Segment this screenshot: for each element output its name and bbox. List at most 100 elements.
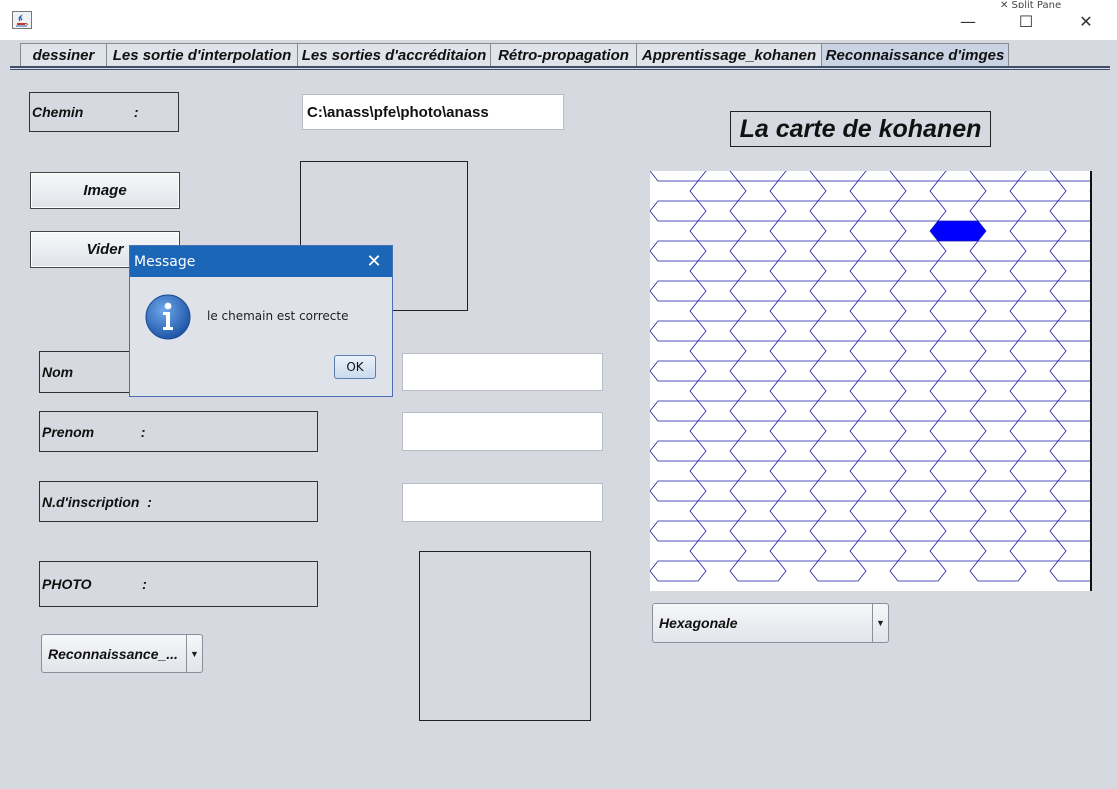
dialog-title: Message — [134, 253, 196, 270]
neuron-cell — [809, 440, 867, 462]
neuron-cell — [929, 380, 987, 402]
neuron-cell — [1049, 400, 1107, 422]
neuron-cell — [649, 400, 707, 422]
neuron-cell — [769, 380, 827, 402]
neuron-cell — [889, 400, 947, 422]
minimize-icon[interactable]: — — [945, 8, 991, 34]
neuron-cell — [809, 400, 867, 422]
chevron-down-icon[interactable]: ▼ — [186, 635, 202, 672]
neuron-cell — [729, 360, 787, 382]
neuron-cell — [1049, 440, 1107, 462]
neuron-cell — [849, 300, 907, 322]
inscription-input[interactable] — [402, 483, 603, 522]
neuron-cell — [1049, 240, 1107, 262]
neuron-cell — [649, 320, 707, 342]
neuron-cell — [969, 160, 1027, 182]
neuron-cell — [649, 360, 707, 382]
background-window-peek: ✕ Split Pane — [1000, 0, 1062, 8]
neuron-cell — [929, 540, 987, 562]
neuron-cell — [689, 220, 747, 242]
neuron-cell — [649, 200, 707, 222]
dialog-title-bar: Message — [130, 246, 392, 277]
neuron-cell — [809, 520, 867, 542]
image-button[interactable]: Image — [30, 172, 180, 209]
neuron-cell — [769, 460, 827, 482]
close-icon[interactable]: ✕ — [362, 250, 386, 272]
neuron-cell — [889, 480, 947, 502]
neuron-cell — [689, 460, 747, 482]
mode-select-value: Reconnaissance_... — [48, 645, 178, 662]
tab-retro-propagation[interactable]: Rétro-propagation — [490, 43, 637, 67]
neuron-cell — [729, 280, 787, 302]
neuron-cell — [929, 500, 987, 522]
neuron-cell — [969, 360, 1027, 382]
neuron-cell — [849, 500, 907, 522]
neuron-cell — [849, 220, 907, 242]
neuron-cell — [649, 520, 707, 542]
neuron-cell — [849, 260, 907, 282]
neuron-cell — [809, 280, 867, 302]
tab-apprentissage-kohanen[interactable]: Apprentissage_kohanen — [636, 43, 822, 67]
info-icon — [144, 293, 192, 341]
neuron-cell — [1009, 420, 1067, 442]
neuron-cell — [649, 240, 707, 262]
neuron-cell — [929, 300, 987, 322]
neuron-cell — [689, 420, 747, 442]
neuron-cell — [809, 160, 867, 182]
neuron-cell — [689, 500, 747, 522]
chemin-input[interactable]: C:\anass\pfe\photo\anass — [302, 94, 564, 130]
tab-dessiner[interactable]: dessiner — [20, 43, 107, 67]
neuron-cell — [969, 200, 1027, 222]
prenom-input[interactable] — [402, 412, 603, 451]
neuron-cell — [769, 420, 827, 442]
inscription-label: N.d'inscription : — [39, 481, 318, 522]
neuron-cell — [729, 520, 787, 542]
neuron-cell — [729, 240, 787, 262]
neuron-cell — [969, 440, 1027, 462]
neuron-cell — [809, 560, 867, 582]
neuron-cell — [929, 420, 987, 442]
neuron-cell — [889, 560, 947, 582]
neuron-cell — [689, 380, 747, 402]
winning-neuron-cell — [929, 220, 987, 242]
neuron-cell — [889, 200, 947, 222]
neuron-cell — [1009, 460, 1067, 482]
tab-sortie-interpolation[interactable]: Les sortie d'interpolation — [106, 43, 298, 67]
neuron-cell — [849, 340, 907, 362]
neuron-cell — [809, 240, 867, 262]
neuron-cell — [969, 480, 1027, 502]
neuron-cell — [729, 560, 787, 582]
neuron-cell — [1049, 360, 1107, 382]
close-icon[interactable]: ✕ — [1063, 8, 1109, 34]
mode-select[interactable]: Reconnaissance_... ▼ — [41, 634, 203, 673]
chevron-down-icon[interactable]: ▼ — [872, 604, 888, 642]
neuron-cell — [689, 260, 747, 282]
dialog-message: le chemain est correcte — [207, 309, 349, 323]
neuron-cell — [729, 480, 787, 502]
neuron-cell — [969, 240, 1027, 262]
neuron-cell — [1049, 560, 1107, 582]
neuron-cell — [1049, 280, 1107, 302]
neuron-cell — [1009, 220, 1067, 242]
ok-button[interactable]: OK — [334, 355, 376, 379]
maximize-icon[interactable]: ☐ — [1003, 8, 1049, 34]
nom-input[interactable] — [402, 353, 603, 391]
neuron-cell — [769, 540, 827, 562]
tab-sorties-accreditation[interactable]: Les sorties d'accréditaion — [297, 43, 491, 67]
neuron-cell — [769, 300, 827, 322]
neuron-cell — [729, 160, 787, 182]
neuron-cell — [1009, 500, 1067, 522]
topology-select[interactable]: Hexagonale ▼ — [652, 603, 889, 643]
neuron-cell — [769, 500, 827, 522]
neuron-cell — [809, 200, 867, 222]
hex-grid — [649, 160, 1117, 582]
neuron-cell — [1009, 340, 1067, 362]
neuron-cell — [849, 380, 907, 402]
neuron-cell — [729, 440, 787, 462]
neuron-cell — [809, 320, 867, 342]
tab-reconnaissance-images[interactable]: Reconnaissance d'imges — [821, 43, 1009, 67]
topology-select-value: Hexagonale — [659, 615, 738, 631]
tab-divider — [10, 66, 1110, 68]
neuron-cell — [1049, 160, 1107, 182]
kohonen-map — [649, 160, 1117, 591]
